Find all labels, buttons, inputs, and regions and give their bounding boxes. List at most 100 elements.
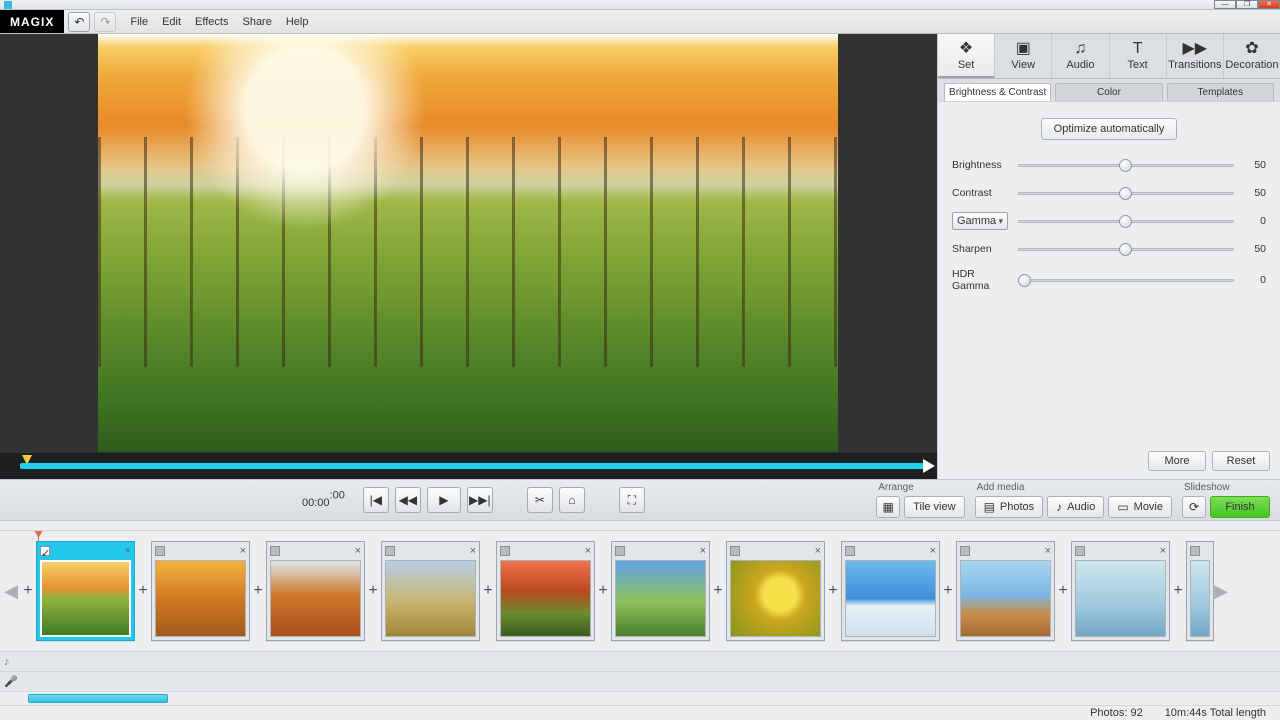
tab-decoration[interactable]: ✿Decoration (1224, 34, 1280, 78)
forward-button[interactable]: ▶▶| (467, 487, 493, 513)
clip-select-icon[interactable] (615, 546, 625, 556)
collapse-button[interactable]: ⌂ (559, 487, 585, 513)
addmedia-group: Add media ▤Photos ♪Audio ▭Movie (975, 482, 1172, 518)
cut-button[interactable]: ✂ (527, 487, 553, 513)
preview-track[interactable] (20, 463, 927, 469)
clip-select-icon[interactable] (845, 546, 855, 556)
audio-lane-1[interactable]: ♪ (0, 651, 1280, 671)
gamma-select[interactable]: Gamma (952, 212, 1008, 230)
insert-slot[interactable]: + (1170, 582, 1186, 600)
clip-select-icon[interactable] (385, 546, 395, 556)
panel-content: Optimize automatically Brightness 50 Con… (938, 101, 1280, 445)
preview-timeline (0, 453, 937, 479)
tab-text[interactable]: TText (1110, 34, 1167, 78)
add-photos-label: Photos (1000, 501, 1034, 513)
clip-close-icon[interactable]: × (815, 545, 821, 557)
timeline-scrollbar[interactable] (0, 691, 1280, 705)
reset-button[interactable]: Reset (1212, 451, 1270, 471)
clip-close-icon[interactable]: × (585, 545, 591, 557)
add-movie-button[interactable]: ▭Movie (1108, 496, 1172, 518)
subtab-color[interactable]: Color (1055, 83, 1162, 101)
out-marker[interactable] (923, 459, 935, 473)
menu-file[interactable]: File (130, 16, 148, 28)
menu-share[interactable]: Share (242, 16, 271, 28)
main-area: ❖Set ▣View ♫Audio TText ▶▶Transitions ✿D… (0, 34, 1280, 479)
clip-11[interactable] (1186, 541, 1214, 641)
insert-slot[interactable]: + (595, 582, 611, 600)
prev-button[interactable]: |◀ (363, 487, 389, 513)
insert-slot[interactable]: + (135, 582, 151, 600)
clip-close-icon[interactable]: × (930, 545, 936, 557)
clip-select-icon[interactable] (155, 546, 165, 556)
play-button[interactable]: ▶ (427, 487, 461, 513)
clip-close-icon[interactable]: × (1045, 545, 1051, 557)
finish-button[interactable]: Finish (1210, 496, 1270, 518)
minimize-button[interactable]: — (1214, 0, 1236, 9)
clip-select-icon[interactable] (270, 546, 280, 556)
contrast-slider[interactable] (1018, 184, 1234, 202)
redo-button[interactable]: ↷ (94, 12, 116, 32)
clip-close-icon[interactable]: × (125, 545, 131, 557)
slideshow-play-button[interactable]: ⟳ (1182, 496, 1206, 518)
close-button[interactable]: ✕ (1258, 0, 1280, 9)
clip-select-icon[interactable]: ✓ (40, 546, 50, 556)
clip-2[interactable]: × (151, 541, 250, 641)
clip-close-icon[interactable]: × (1160, 545, 1166, 557)
scroll-right[interactable]: ▶ (1214, 531, 1228, 651)
more-button[interactable]: More (1148, 451, 1206, 471)
subtab-templates[interactable]: Templates (1167, 83, 1274, 101)
clip-select-icon[interactable] (960, 546, 970, 556)
clip-5[interactable]: × (496, 541, 595, 641)
hdr-slider[interactable] (1018, 271, 1234, 289)
tile-view-button[interactable]: Tile view (904, 496, 964, 518)
hdr-label: HDR Gamma (952, 268, 1008, 292)
clip-close-icon[interactable]: × (470, 545, 476, 557)
audio-lane-2[interactable]: 🎤 (0, 671, 1280, 691)
insert-slot[interactable]: + (710, 582, 726, 600)
clip-4[interactable]: × (381, 541, 480, 641)
clip-6[interactable]: × (611, 541, 710, 641)
menu-help[interactable]: Help (286, 16, 309, 28)
insert-slot[interactable]: + (250, 582, 266, 600)
tab-set[interactable]: ❖Set (938, 34, 995, 78)
scroll-left[interactable]: ◀ (4, 531, 18, 651)
menu-effects[interactable]: Effects (195, 16, 228, 28)
insert-slot[interactable]: + (480, 582, 496, 600)
optimize-button[interactable]: Optimize automatically (1041, 118, 1178, 140)
fullscreen-button[interactable]: ⛶ (619, 487, 645, 513)
undo-button[interactable]: ↶ (68, 12, 90, 32)
add-audio-button[interactable]: ♪Audio (1047, 496, 1104, 518)
gamma-slider[interactable] (1018, 212, 1234, 230)
clip-7[interactable]: × (726, 541, 825, 641)
clip-select-icon[interactable] (1190, 546, 1200, 556)
clip-1[interactable]: ✓× (36, 541, 135, 641)
clip-close-icon[interactable]: × (700, 545, 706, 557)
insert-slot[interactable]: + (20, 582, 36, 600)
insert-slot[interactable]: + (365, 582, 381, 600)
clip-close-icon[interactable]: × (355, 545, 361, 557)
menu-edit[interactable]: Edit (162, 16, 181, 28)
clip-3[interactable]: × (266, 541, 365, 641)
clip-close-icon[interactable]: × (240, 545, 246, 557)
clip-select-icon[interactable] (500, 546, 510, 556)
insert-slot[interactable]: + (825, 582, 841, 600)
tab-view[interactable]: ▣View (995, 34, 1052, 78)
tab-audio[interactable]: ♫Audio (1052, 34, 1109, 78)
scrollbar-thumb[interactable] (28, 694, 168, 703)
rewind-button[interactable]: ◀◀ (395, 487, 421, 513)
brightness-slider[interactable] (1018, 156, 1234, 174)
sharpen-slider[interactable] (1018, 240, 1234, 258)
tile-grid-button[interactable]: ▦ (876, 496, 900, 518)
clip-9[interactable]: × (956, 541, 1055, 641)
insert-slot[interactable]: + (1055, 582, 1071, 600)
clip-select-icon[interactable] (730, 546, 740, 556)
clip-select-icon[interactable] (1075, 546, 1085, 556)
timeline-ruler[interactable] (0, 521, 1280, 531)
add-photos-button[interactable]: ▤Photos (975, 496, 1044, 518)
tab-transitions[interactable]: ▶▶Transitions (1167, 34, 1224, 78)
clip-8[interactable]: × (841, 541, 940, 641)
subtab-brightness-contrast[interactable]: Brightness & Contrast (944, 83, 1051, 101)
insert-slot[interactable]: + (940, 582, 956, 600)
maximize-button[interactable]: ❐ (1236, 0, 1258, 9)
clip-10[interactable]: × (1071, 541, 1170, 641)
